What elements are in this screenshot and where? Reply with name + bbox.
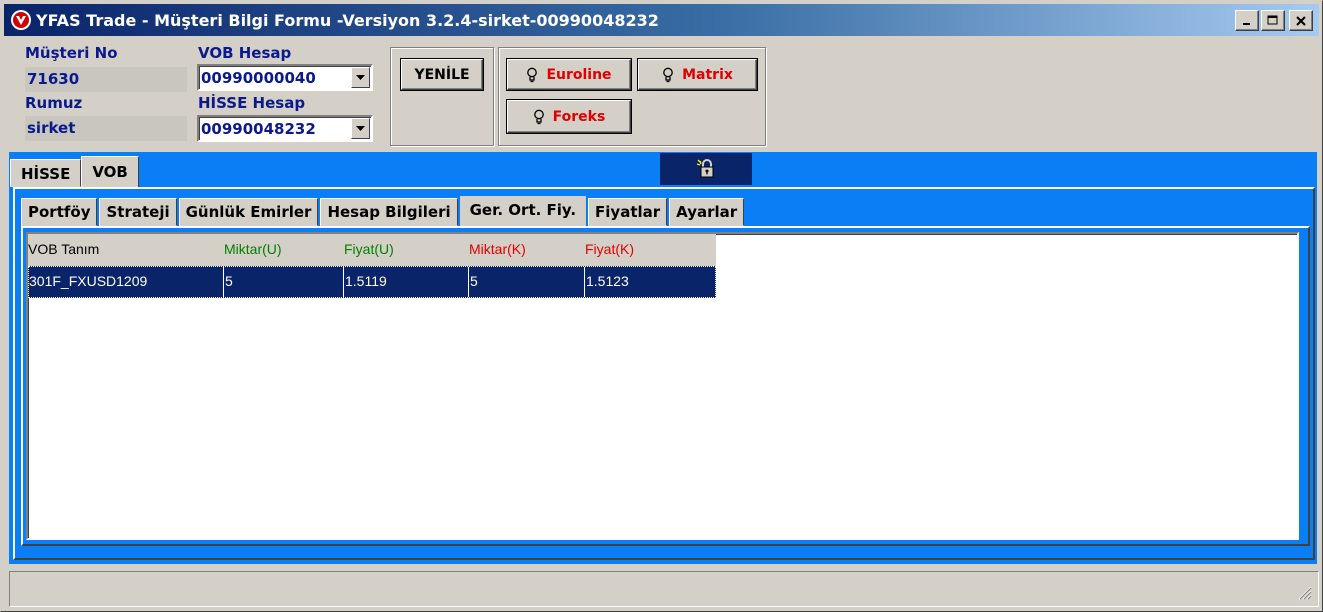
chevron-down-icon: [356, 125, 365, 131]
matrix-label: Matrix: [682, 66, 733, 83]
title-bar[interactable]: YFAS Trade - Müşteri Bilgi Formu -Versiy…: [4, 4, 1319, 36]
lightbulb-icon: [663, 67, 673, 82]
close-icon: [1296, 15, 1306, 26]
column-header-fiyat-u[interactable]: Fiyat(U): [344, 234, 394, 264]
lock-status[interactable]: [660, 153, 752, 185]
euroline-button[interactable]: Euroline: [507, 59, 631, 90]
cell-vob-tanim: 301F_FXUSD1209: [29, 273, 148, 289]
cell-miktar-k: 5: [468, 267, 478, 297]
table-row[interactable]: 301F_FXUSD1209 5 1.5119 5 1.5123: [28, 266, 716, 298]
yenile-label: YENİLE: [414, 66, 470, 83]
lightbulb-icon: [533, 109, 544, 124]
euroline-label: Euroline: [546, 66, 612, 83]
column-header-miktar-u[interactable]: Miktar(U): [224, 234, 282, 264]
musteri-no-value: 71630: [25, 67, 187, 92]
vob-hesap-label: VOB Hesap: [198, 44, 292, 62]
foreks-button[interactable]: Foreks: [507, 100, 631, 133]
tab-portfoy[interactable]: Portföy: [21, 198, 98, 226]
outer-tab-strip: HİSSE VOB: [10, 156, 139, 188]
column-header-vob-tanim[interactable]: VOB Tanım: [28, 234, 99, 264]
main-window: YFAS Trade - Müşteri Bilgi Formu -Versiy…: [0, 0, 1323, 612]
column-header-miktar-k[interactable]: Miktar(K): [469, 234, 526, 264]
hisse-hesap-dropdown-button[interactable]: [351, 118, 370, 139]
matrix-button[interactable]: Matrix: [638, 59, 757, 90]
close-button[interactable]: [1289, 10, 1313, 31]
hisse-hesap-select[interactable]: 00990048232: [197, 115, 373, 142]
tab-fiyatlar[interactable]: Fiyatlar: [588, 198, 668, 226]
yenile-button[interactable]: YENİLE: [401, 59, 483, 90]
maximize-button[interactable]: [1261, 10, 1285, 31]
hisse-hesap-label: HİSSE Hesap: [198, 94, 306, 112]
musteri-no-label: Müşteri No: [25, 44, 118, 62]
chevron-down-icon: [356, 74, 365, 80]
rumuz-label: Rumuz: [25, 94, 83, 112]
window-title: YFAS Trade - Müşteri Bilgi Formu -Versiy…: [36, 10, 659, 30]
tab-gunluk-emirler[interactable]: Günlük Emirler: [178, 198, 319, 226]
unlock-icon: [696, 159, 714, 178]
tab-hisse[interactable]: HİSSE: [10, 159, 82, 187]
minimize-icon: [1243, 22, 1250, 25]
hisse-hesap-value: 00990048232: [201, 120, 316, 138]
vob-hesap-dropdown-button[interactable]: [351, 67, 370, 88]
minimize-button[interactable]: [1235, 10, 1259, 31]
tab-hesap-bilgileri[interactable]: Hesap Bilgileri: [320, 198, 458, 226]
tab-ayarlar[interactable]: Ayarlar: [669, 198, 745, 226]
foreks-label: Foreks: [552, 108, 606, 125]
status-bar: [9, 571, 1319, 607]
cell-fiyat-k: 1.5123: [584, 267, 629, 297]
rumuz-value: sirket: [25, 116, 187, 141]
cell-fiyat-u: 1.5119: [343, 267, 387, 297]
vob-hesap-value: 00990000040: [201, 69, 316, 87]
app-logo-icon: [10, 9, 32, 31]
tab-ger-ort-fiy[interactable]: Ger. Ort. Fiy.: [459, 196, 587, 227]
resize-grip-icon[interactable]: [1296, 584, 1312, 600]
cell-miktar-u: 5: [223, 267, 233, 297]
column-header-fiyat-k[interactable]: Fiyat(K): [585, 234, 634, 264]
maximize-icon: [1267, 15, 1278, 25]
lightbulb-icon: [527, 67, 538, 82]
vob-hesap-select[interactable]: 00990000040: [197, 64, 373, 91]
tab-vob[interactable]: VOB: [81, 156, 139, 188]
grid-header: VOB Tanım Miktar(U) Fiyat(U) Miktar(K) F…: [28, 234, 716, 266]
inner-tab-strip: Portföy Strateji Günlük Emirler Hesap Bi…: [21, 196, 745, 227]
tab-strateji[interactable]: Strateji: [99, 198, 177, 226]
